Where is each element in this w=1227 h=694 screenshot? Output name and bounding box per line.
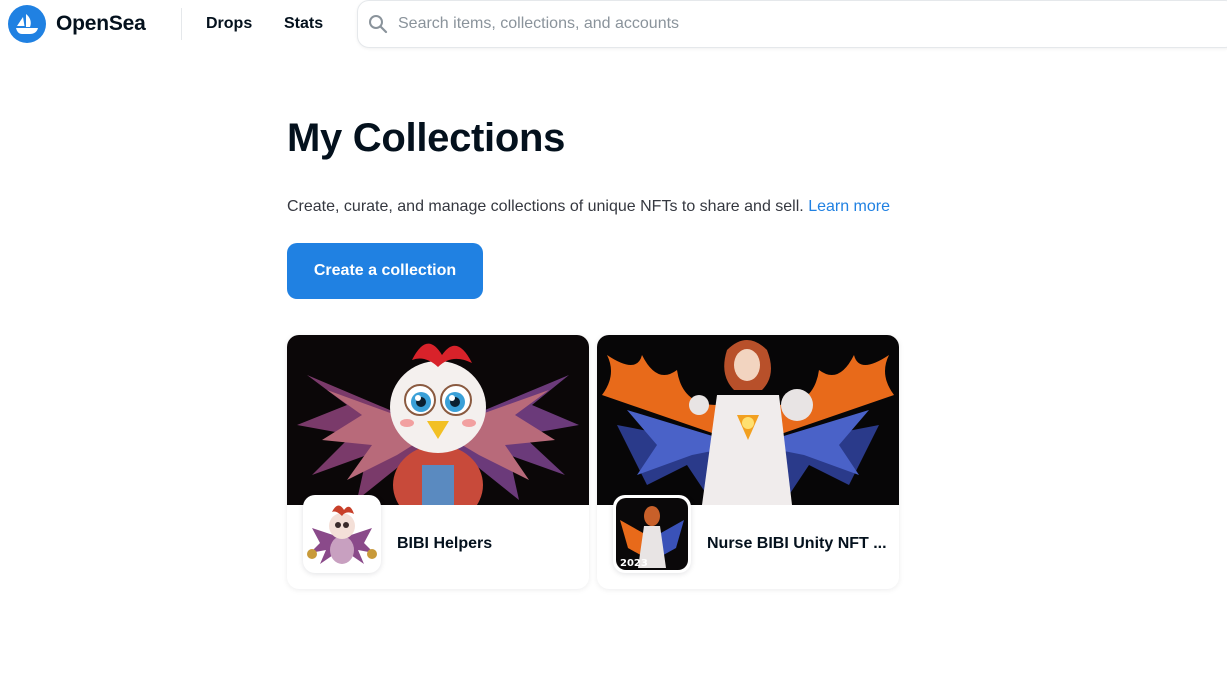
create-collection-button[interactable]: Create a collection: [287, 243, 483, 299]
collection-thumbnail-image: [306, 498, 378, 570]
collection-card[interactable]: 2023 Nurse BIBI Unity NFT ...: [597, 335, 899, 589]
opensea-logo-link[interactable]: OpenSea: [8, 5, 146, 43]
search-input[interactable]: [398, 9, 1218, 39]
thumbnail-caption: 2023: [620, 558, 648, 569]
search-bar[interactable]: [357, 0, 1227, 48]
header-divider: [181, 8, 182, 40]
collection-banner-image: [287, 335, 589, 505]
brand-name: OpenSea: [56, 12, 146, 35]
collection-thumbnail: [303, 495, 381, 573]
top-navbar: OpenSea Drops Stats: [0, 0, 1227, 48]
collection-thumbnail-image: 2023: [616, 498, 688, 570]
collection-name: BIBI Helpers: [397, 535, 493, 552]
nav-drops[interactable]: Drops: [206, 14, 252, 34]
search-icon: [369, 15, 388, 34]
page-description: Create, curate, and manage collections o…: [287, 196, 890, 218]
collection-banner-image: [597, 335, 899, 505]
collection-thumbnail: 2023: [613, 495, 691, 573]
page-title: My Collections: [287, 116, 566, 160]
learn-more-link[interactable]: Learn more: [808, 198, 890, 215]
nav-stats[interactable]: Stats: [284, 14, 323, 34]
description-text: Create, curate, and manage collections o…: [287, 198, 804, 215]
collection-card[interactable]: BIBI Helpers: [287, 335, 589, 589]
collection-name: Nurse BIBI Unity NFT ...: [707, 535, 887, 552]
opensea-logo-icon: [8, 5, 46, 43]
